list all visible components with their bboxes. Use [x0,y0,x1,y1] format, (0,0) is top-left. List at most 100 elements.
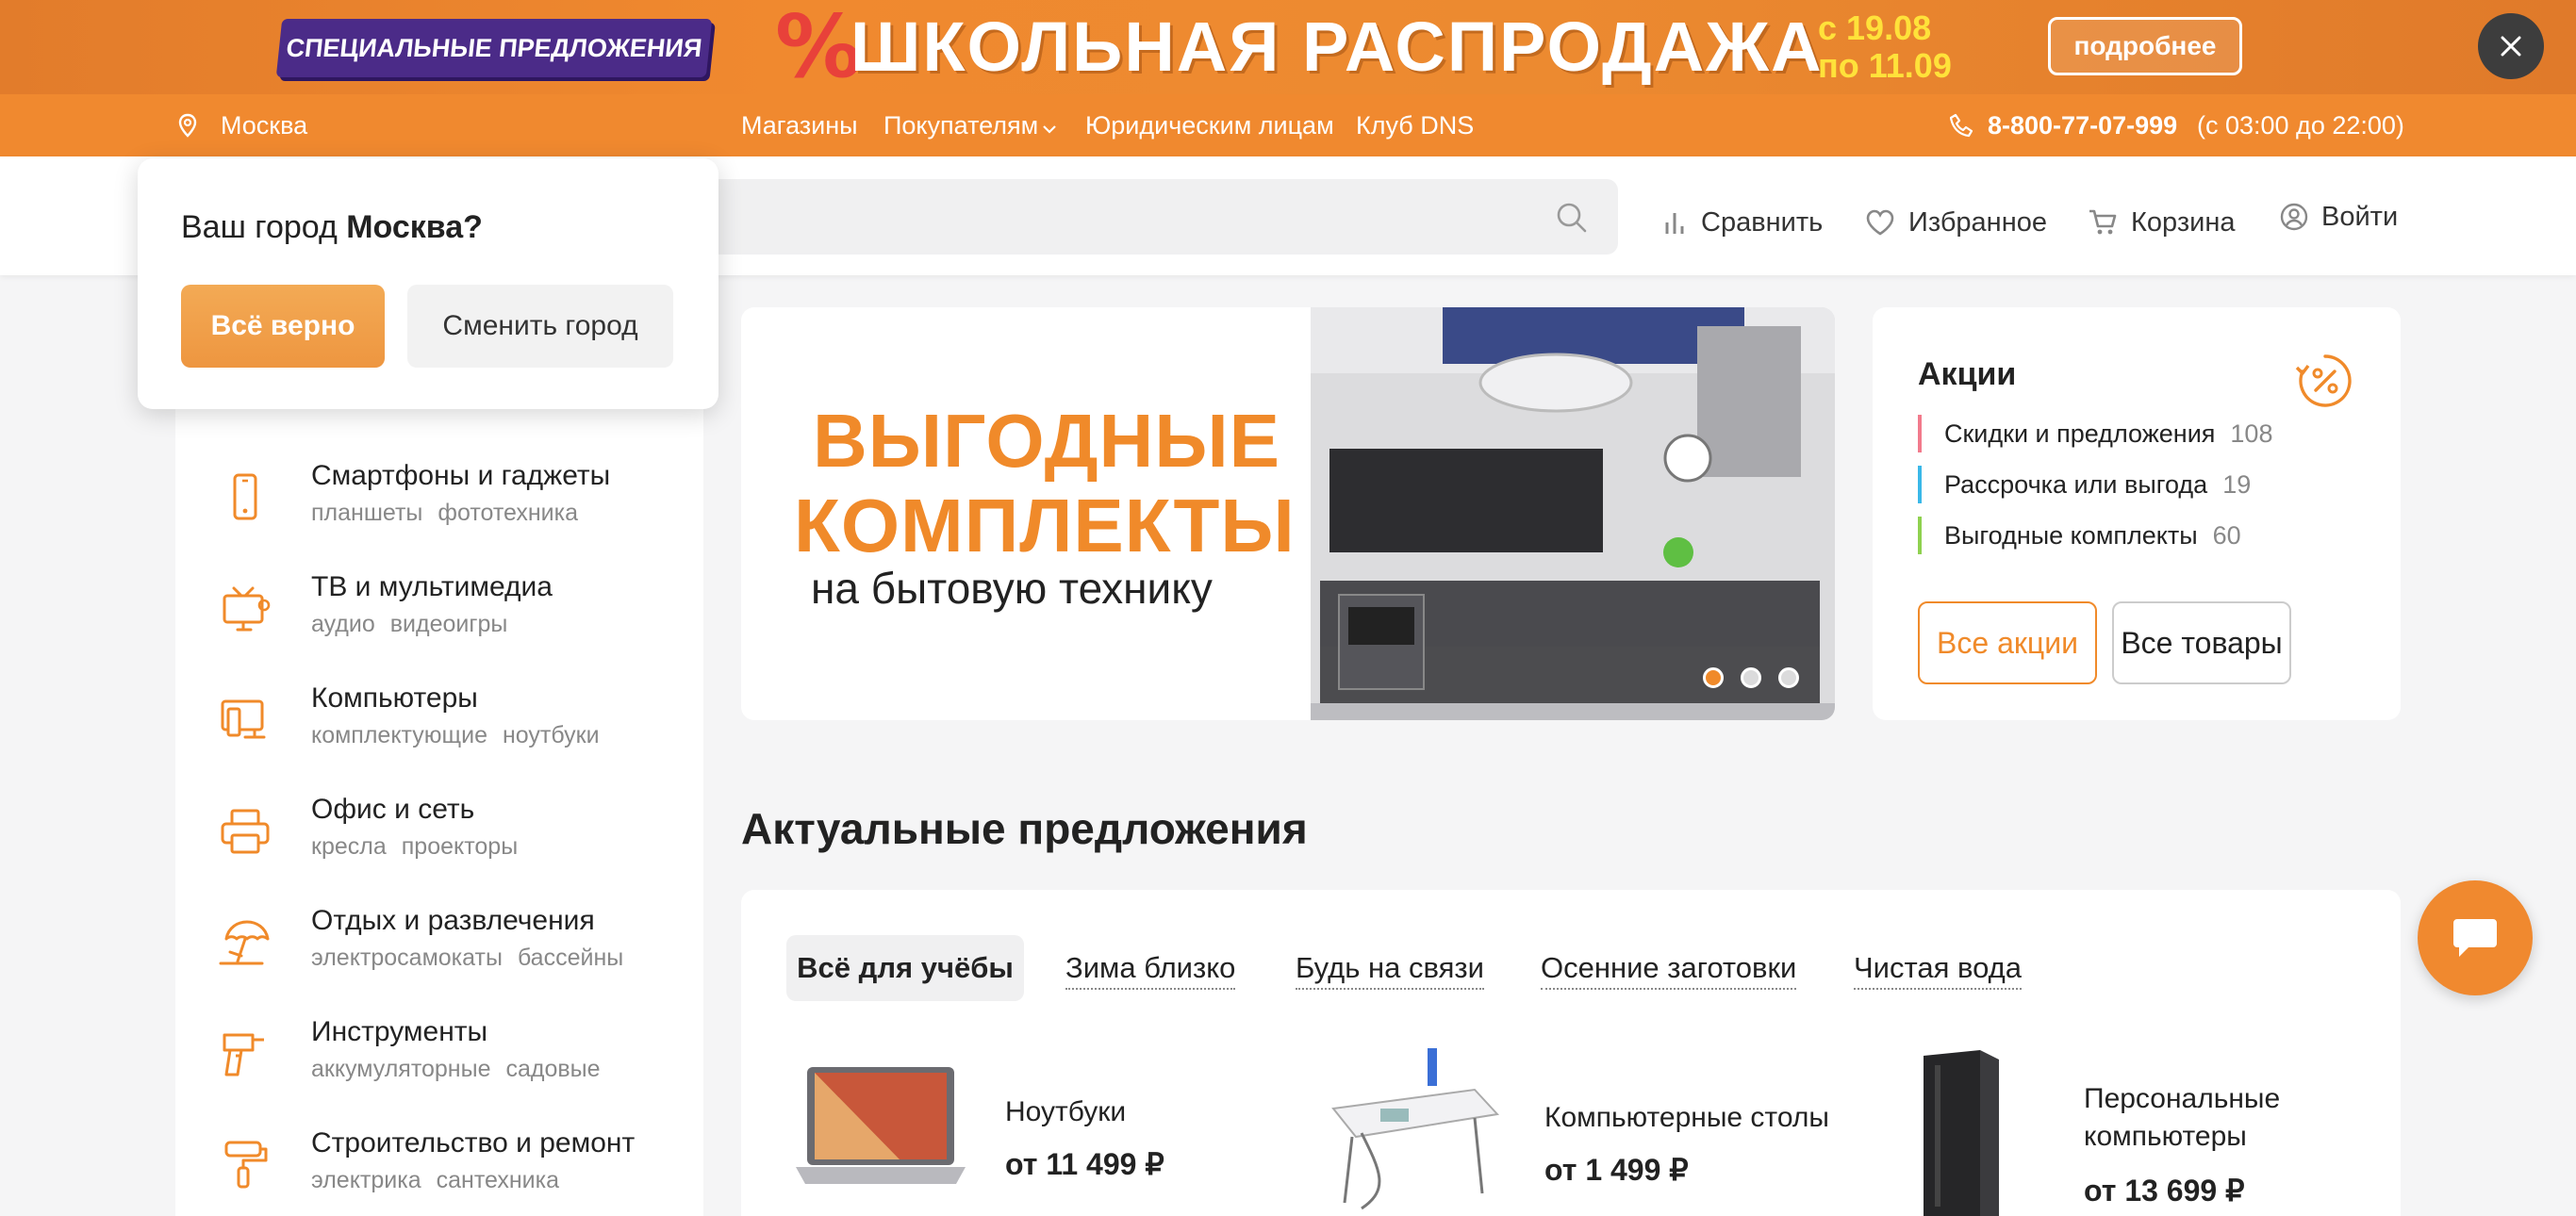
city-question-city: Москва? [346,209,483,245]
favorites-label: Избранное [1908,206,2047,238]
promo-row-count: 19 [2222,469,2252,499]
subcategory-link[interactable]: электрика [311,1167,421,1193]
subcategory-link[interactable]: проекторы [402,833,518,860]
city-confirm-popup [138,158,718,409]
laptop-image[interactable] [786,1061,975,1203]
paint-roller-icon [224,1141,268,1189]
nav-link-customers[interactable]: Покупателям [883,94,1057,156]
hero-title-line2: КОМПЛЕКТЫ [794,484,1296,567]
category-title: Отдых и развлечения [311,905,595,936]
tab-autumn[interactable]: Осенние заготовки [1541,935,1797,1001]
category-computers[interactable]: Компьютеры комплектующие ноутбуки [175,669,703,781]
change-city-button[interactable]: Сменить город [407,285,673,368]
desk-image[interactable] [1324,1043,1503,1216]
percent-icon: % [775,0,863,97]
chat-icon [2453,919,2497,957]
category-office[interactable]: Офис и сеть кресла проекторы [175,781,703,892]
category-title: Офис и сеть [311,794,475,825]
product-name[interactable]: Ноутбуки [1005,1093,1126,1131]
nav-link-stores[interactable]: Магазины [741,94,858,156]
subcategory-link[interactable]: фототехника [438,500,578,526]
tab-connected[interactable]: Будь на связи [1296,935,1484,1001]
special-offers-badge: СПЕЦИАЛЬНЫЕ ПРЕДЛОЖЕНИЯ [275,19,713,77]
compare-icon [1665,213,1684,234]
promo-row-marker [1918,466,1922,503]
offers-title: Актуальные предложения [741,804,1308,853]
tab-water[interactable]: Чистая вода [1854,935,2022,1001]
subcategory-link[interactable]: видеоигры [390,611,508,637]
nav-link-club[interactable]: Клуб DNS [1356,94,1474,156]
confirm-city-button[interactable]: Всё верно [181,285,385,368]
phone-number[interactable]: 8-800-77-07-999 [1988,94,2177,156]
promo-row-count: 108 [2230,419,2273,448]
subcategory-link[interactable]: комплектующие [311,722,487,748]
discount-icon [2295,354,2352,407]
chevron-down-icon [1043,125,1056,134]
carousel-dot-active[interactable] [1703,667,1724,688]
chat-button[interactable] [2418,880,2533,995]
cart-link[interactable]: Корзина [2088,185,2235,260]
favorites-link[interactable]: Избранное [1865,185,2047,260]
subcategory-link[interactable]: кресла [311,833,387,860]
compare-link[interactable]: Сравнить [1663,185,1823,260]
subcategory-link[interactable]: аудио [311,611,375,637]
tab-label: Осенние заготовки [1541,951,1797,990]
tab-winter[interactable]: Зима близко [1065,935,1236,1001]
search-icon[interactable] [1556,202,1588,234]
category-subs: электросамокаты бассейны [311,945,638,972]
category-title: Смартфоны и гаджеты [311,460,611,491]
umbrella-icon [219,920,270,965]
subcategory-link[interactable]: садовые [505,1056,600,1082]
category-tv[interactable]: ТВ и мультимедиа аудио видеоигры [175,558,703,669]
promo-date-from: с 19.08 [1818,8,1932,47]
search-input[interactable] [660,179,1618,255]
login-link[interactable]: Войти [2280,179,2398,255]
compare-label: Сравнить [1701,206,1824,238]
heart-icon [1866,209,1894,236]
category-subs: комплектующие ноутбуки [311,722,615,749]
category-title: Строительство и ремонт [311,1127,636,1158]
cart-icon [2089,209,2117,235]
promo-row-label: Рассрочка или выгода [1944,469,2208,499]
nav-link-legal[interactable]: Юридическим лицам [1085,94,1334,156]
category-subs: аудио видеоигры [311,611,522,638]
subcategory-link[interactable]: электросамокаты [311,945,503,971]
product-name[interactable]: Персональные компьютеры [2084,1080,2310,1156]
all-goods-button[interactable]: Все товары [2112,601,2291,684]
category-subs: кресла проекторы [311,833,533,861]
city-selector[interactable]: Москва [221,94,307,156]
promo-row-installments[interactable]: Рассрочка или выгода 19 [1918,464,2251,505]
promo-close-button[interactable] [2478,13,2544,79]
tab-study[interactable]: Всё для учёбы [786,935,1024,1001]
close-icon [2501,36,2521,57]
login-label: Войти [2321,201,2399,232]
promo-title: ШКОЛЬНАЯ РАСПРОДАЖА [850,8,1824,86]
promo-row-discounts[interactable]: Скидки и предложения 108 [1918,413,2272,454]
product-name[interactable]: Компьютерные столы [1544,1099,1829,1137]
cart-label: Корзина [2131,206,2236,238]
promo-row-bundles[interactable]: Выгодные комплекты 60 [1918,515,2241,556]
carousel-dot[interactable] [1778,667,1799,688]
subcategory-link[interactable]: сантехника [437,1167,559,1193]
subcategory-link[interactable]: аккумуляторные [311,1056,490,1082]
category-construction[interactable]: Строительство и ремонт электрика сантехни… [175,1114,703,1216]
promo-more-button[interactable]: подробнее [2048,17,2242,75]
carousel-dot[interactable] [1741,667,1761,688]
subcategory-link[interactable]: ноутбуки [503,722,600,748]
pc-image[interactable] [1895,1046,2027,1216]
all-promotions-button[interactable]: Все акции [1918,601,2097,684]
subcategory-link[interactable]: планшеты [311,500,422,526]
hero-title-line1: ВЫГОДНЫЕ [813,399,1281,483]
computer-icon [221,699,266,739]
location-pin-icon [178,113,197,138]
promo-date-to: по 11.09 [1818,46,1952,85]
subcategory-link[interactable]: бассейны [518,945,623,971]
tab-label: Чистая вода [1854,951,2022,990]
category-subs: электрика сантехника [311,1167,574,1194]
promo-row-label: Выгодные комплекты [1944,520,2198,550]
category-leisure[interactable]: Отдых и развлечения электросамокаты бассе… [175,892,703,1003]
category-title: Инструменты [311,1016,488,1047]
category-tools[interactable]: Инструменты аккумуляторные садовые [175,1003,703,1114]
nav-link-customers-label: Покупателям [883,111,1039,140]
category-smartphones[interactable]: Смартфоны и гаджеты планшеты фототехника [175,447,703,558]
